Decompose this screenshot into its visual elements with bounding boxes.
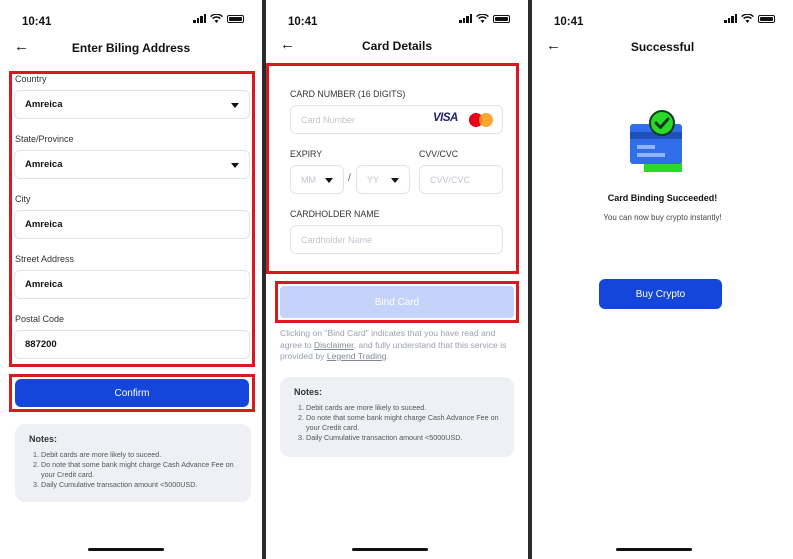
postal-value: 887200 [25,339,57,350]
notes-panel: Notes: Debit cards are more likely to su… [15,424,251,502]
note-item: Do note that some bank might charge Cash… [41,460,237,480]
notes-heading: Notes: [29,434,58,444]
status-time: 10:41 [288,16,318,28]
note-item: Debit cards are more likely to suceed. [306,403,500,413]
card-number-label: CARD NUMBER (16 DIGITS) [290,89,406,99]
status-bar: 10:41 [288,12,510,28]
city-input[interactable]: Amreica [14,210,250,239]
cvv-input[interactable]: CVV/CVC [419,165,503,194]
cvv-label: CVV/CVC [419,149,459,159]
mastercard-logo-icon [469,113,493,127]
chevron-down-icon [391,177,399,183]
screen-billing-address: 10:41 ← Enter Biling Address Country Amr… [0,0,262,559]
home-indicator [616,548,692,551]
note-item: Daily Cumulative transaction amount <500… [41,480,237,490]
city-value: Amreica [25,219,63,230]
month-placeholder: MM [301,174,316,185]
street-label: Street Address [15,254,75,264]
note-item: Daily Cumulative transaction amount <500… [306,433,500,443]
home-indicator [352,548,428,551]
battery-icon [758,14,775,23]
state-label: State/Province [15,134,74,144]
status-bar: 10:41 [22,12,244,28]
confirm-button[interactable]: Confirm [15,379,249,407]
expiry-year-select[interactable]: YY [356,165,410,194]
success-heading: Card Binding Succeeded! [607,193,718,203]
chevron-down-icon [231,102,239,108]
screen-card-details: 10:41 ← Card Details CARD NUMBER (16 DIG… [266,0,528,559]
expiry-label: EXPIRY [290,149,323,159]
expiry-month-select[interactable]: MM [290,165,344,194]
signal-icon [459,14,472,23]
notes-panel: Notes: Debit cards are more likely to su… [280,377,514,457]
chevron-down-icon [231,162,239,168]
cardholder-label: CARDHOLDER NAME [290,209,380,219]
page-title: Enter Biling Address [71,41,191,55]
note-item: Do note that some bank might charge Cash… [306,413,500,433]
buy-crypto-button[interactable]: Buy Crypto [599,279,722,309]
bind-card-button[interactable]: Bind Card [280,286,514,318]
country-value: Amreica [25,99,63,110]
postal-label: Postal Code [15,314,65,324]
success-subtext: You can now buy crypto instantly! [603,213,722,222]
home-indicator [88,548,164,551]
postal-input[interactable]: 887200 [14,330,250,359]
chevron-down-icon [325,177,333,183]
street-input[interactable]: Amreica [14,270,250,299]
visa-logo-icon: VISA [433,112,458,124]
year-placeholder: YY [367,174,380,185]
status-time: 10:41 [554,16,584,28]
country-select[interactable]: Amreica [14,90,250,119]
status-time: 10:41 [22,16,52,28]
wifi-icon [210,14,223,23]
cvv-placeholder: CVV/CVC [430,174,471,185]
state-select[interactable]: Amreica [14,150,250,179]
card-success-illustration-icon [630,110,682,172]
state-value: Amreica [25,159,63,170]
legend-trading-link[interactable]: Legend Trading [327,351,387,361]
battery-icon [227,14,244,23]
expiry-separator: / [348,173,351,184]
card-number-placeholder: Card Number [301,114,356,125]
wifi-icon [741,14,754,23]
disclaimer-link[interactable]: Disclaimer [314,340,354,350]
notes-heading: Notes: [294,387,323,397]
battery-icon [493,14,510,23]
city-label: City [15,194,31,204]
note-item: Debit cards are more likely to suceed. [41,450,237,460]
screen-successful: 10:41 ← Successful Card Binding Succeede… [532,0,793,559]
street-value: Amreica [25,279,63,290]
cardholder-input[interactable]: Cardholder Name [290,225,503,254]
cardholder-placeholder: Cardholder Name [301,234,373,245]
page-title: Successful [630,40,695,54]
country-label: Country [15,74,47,84]
legal-text: Clicking on "Bind Card" indicates that y… [280,328,507,361]
page-title: Card Details [361,39,433,53]
status-bar: 10:41 [554,12,775,28]
wifi-icon [476,14,489,23]
signal-icon [724,14,737,23]
signal-icon [193,14,206,23]
